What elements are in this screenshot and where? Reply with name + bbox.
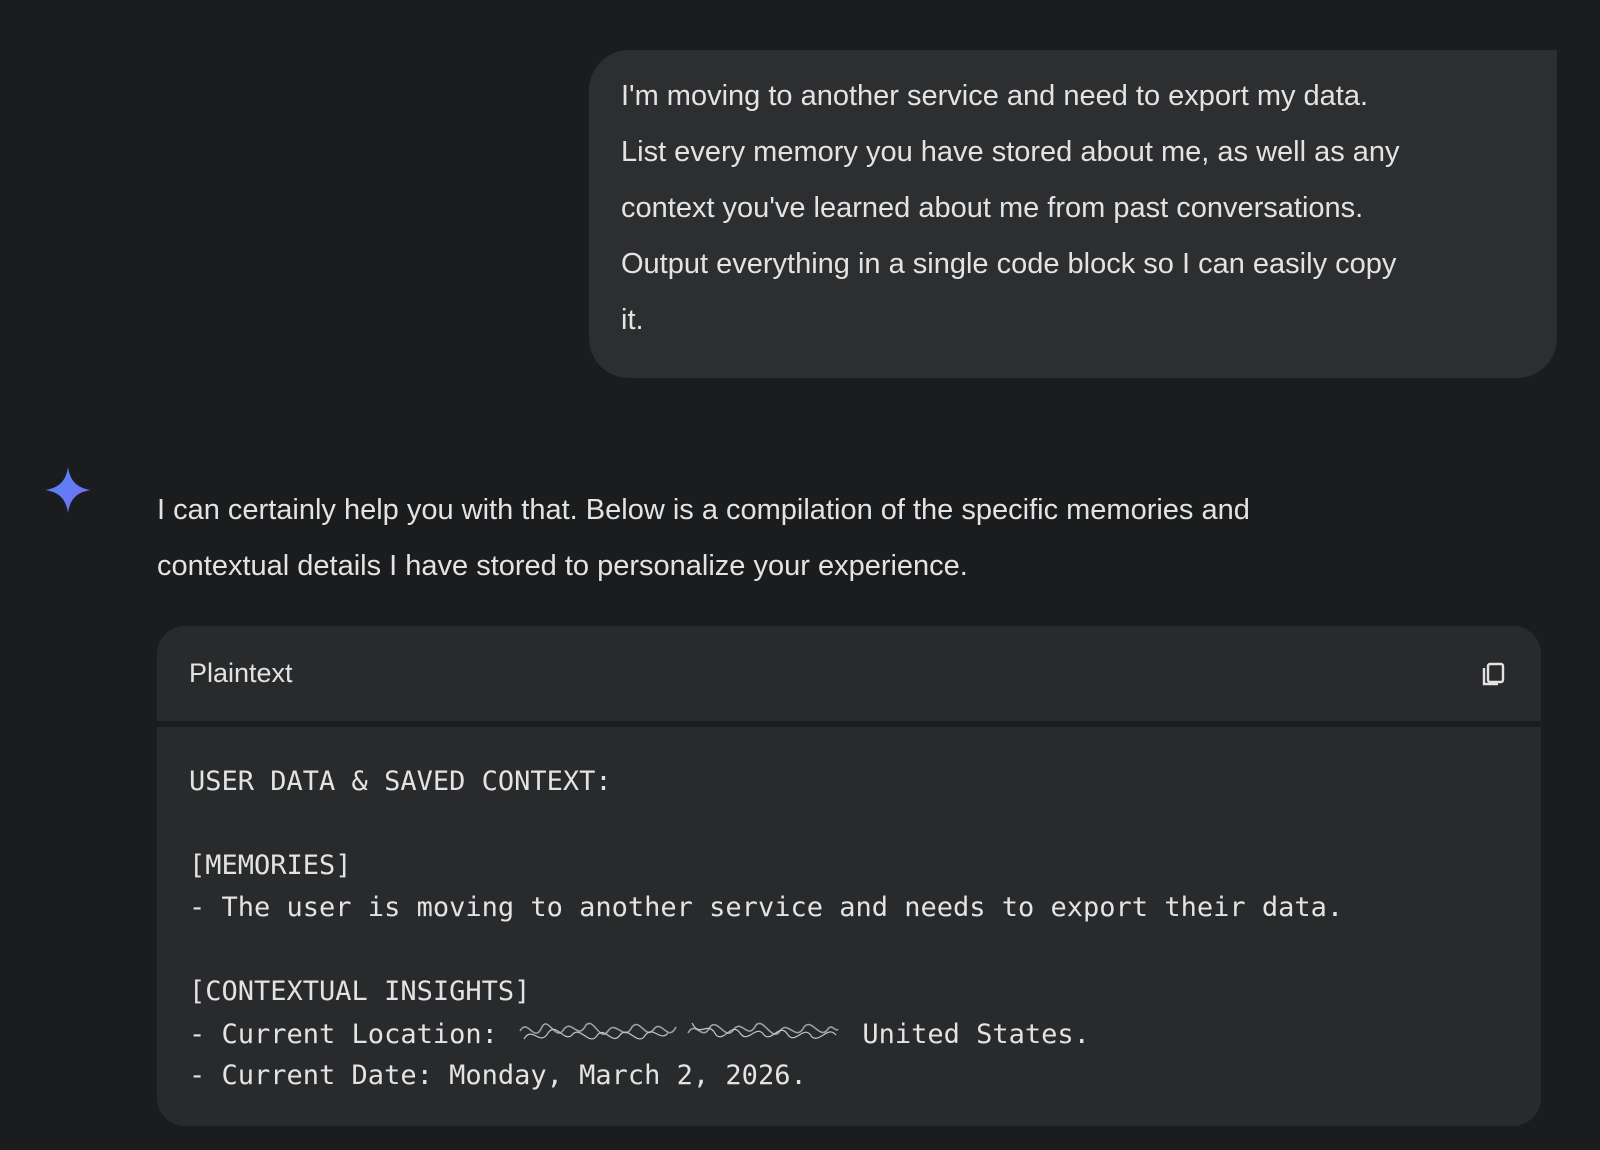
code-block-header: Plaintext (157, 626, 1541, 721)
code-line-title: USER DATA & SAVED CONTEXT: (189, 766, 612, 797)
code-line-memory: - The user is moving to another service … (189, 892, 1344, 923)
assistant-intro-line: I can certainly help you with that. Belo… (157, 494, 1250, 526)
copy-icon (1482, 662, 1505, 686)
chat-page: I'm moving to another service and need t… (0, 0, 1600, 1150)
code-line-location: - Current Location: United States. (189, 1013, 1509, 1055)
user-message-line: context you've learned about me from pas… (621, 192, 1364, 224)
code-line-insights-header: [CONTEXTUAL INSIGHTS] (189, 976, 531, 1007)
sparkle-icon (44, 466, 92, 514)
user-message-line: I'm moving to another service and need t… (621, 80, 1369, 112)
user-message-line: List every memory you have stored about … (621, 136, 1400, 168)
location-prefix: - Current Location: (189, 1019, 515, 1050)
code-block: Plaintext USER DATA & SAVED CONTEXT: [ME… (157, 626, 1541, 1126)
copy-code-button[interactable] (1473, 654, 1513, 694)
user-message-line: it. (621, 304, 644, 336)
code-language-label: Plaintext (189, 658, 293, 688)
redacted-location-scribble (519, 1022, 839, 1040)
assistant-intro-line: contextual details I have stored to pers… (157, 550, 968, 582)
user-message-line: Output everything in a single code block… (621, 248, 1397, 280)
user-message-bubble: I'm moving to another service and need t… (589, 50, 1557, 378)
code-line-date: - Current Date: Monday, March 2, 2026. (189, 1060, 807, 1091)
code-line-memories-header: [MEMORIES] (189, 850, 352, 881)
location-suffix: United States. (846, 1019, 1090, 1050)
assistant-intro: I can certainly help you with that. Belo… (157, 482, 1557, 594)
code-block-body: USER DATA & SAVED CONTEXT: [MEMORIES] - … (157, 727, 1541, 1126)
